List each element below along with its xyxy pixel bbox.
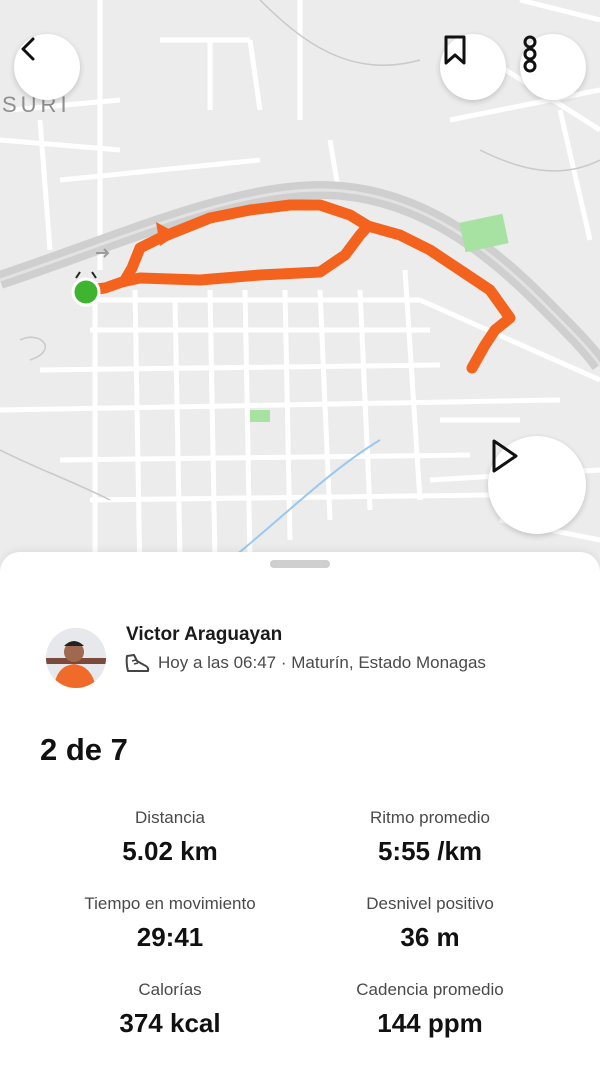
park bbox=[250, 410, 270, 422]
route-path bbox=[82, 199, 374, 296]
play-icon bbox=[492, 439, 518, 473]
more-vertical-icon bbox=[523, 35, 537, 73]
stat-label: Tiempo en movimiento bbox=[84, 894, 256, 913]
stat-value: 29:41 bbox=[136, 922, 204, 952]
stat-value: 5:55 /km bbox=[377, 836, 483, 866]
athlete-name[interactable]: Victor Araguayan bbox=[126, 624, 282, 646]
activity-date-location: Hoy a las 06:47 · Maturín, Estado Monaga… bbox=[158, 653, 486, 672]
stat-avg-pace: Ritmo promedio 5:55 /km bbox=[280, 808, 580, 867]
start-marker bbox=[71, 277, 101, 307]
back-button[interactable] bbox=[14, 34, 80, 100]
play-flyover-button[interactable] bbox=[488, 436, 586, 534]
more-options-button[interactable] bbox=[520, 34, 586, 100]
stat-label: Ritmo promedio bbox=[370, 808, 490, 827]
route-map[interactable]: SURI bbox=[0, 0, 600, 580]
stat-distance: Distancia 5.02 km bbox=[20, 808, 320, 867]
stat-avg-cadence: Cadencia promedio 144 ppm bbox=[280, 980, 580, 1039]
stat-elevation-gain: Desnivel positivo 36 m bbox=[280, 894, 580, 953]
shoe-icon bbox=[125, 654, 150, 672]
activity-meta: Hoy a las 06:47 · Maturín, Estado Monaga… bbox=[124, 652, 486, 674]
stat-label: Desnivel positivo bbox=[366, 894, 494, 913]
activity-title: 2 de 7 bbox=[40, 732, 128, 767]
athlete-photo bbox=[46, 628, 106, 688]
bookmark-button[interactable] bbox=[440, 34, 506, 100]
activity-sheet: Victor Araguayan Hoy a las 06:47 · Matur… bbox=[0, 552, 600, 1080]
stat-value: 374 kcal bbox=[119, 1008, 221, 1038]
stat-label: Calorías bbox=[138, 980, 202, 999]
park bbox=[459, 213, 509, 253]
avatar[interactable] bbox=[46, 628, 106, 688]
stat-value: 5.02 km bbox=[122, 836, 218, 866]
stat-value: 144 ppm bbox=[377, 1008, 483, 1038]
sheet-grabber[interactable] bbox=[270, 560, 330, 568]
stat-calories: Calorías 374 kcal bbox=[20, 980, 320, 1039]
stat-label: Distancia bbox=[135, 808, 205, 827]
chevron-left-icon bbox=[21, 37, 35, 61]
stat-moving-time: Tiempo en movimiento 29:41 bbox=[20, 894, 320, 953]
stat-value: 36 m bbox=[400, 922, 460, 952]
stat-label: Cadencia promedio bbox=[356, 980, 504, 999]
bookmark-icon bbox=[444, 35, 466, 65]
